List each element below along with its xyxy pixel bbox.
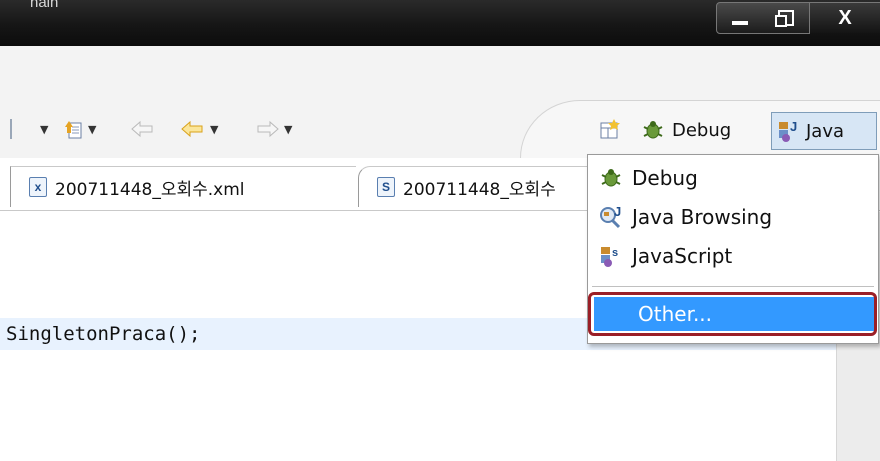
menu-item-java-browsing[interactable]: J Java Browsing (598, 201, 772, 233)
debug-bug-icon (640, 118, 666, 142)
java-perspective-icon: J (776, 118, 802, 144)
debug-bug-icon (598, 166, 624, 190)
toolbar-dropdown[interactable]: ▼ (36, 118, 48, 140)
window-title-bar: nain X (0, 0, 880, 46)
import-icon (65, 121, 82, 139)
svg-text:J: J (790, 119, 797, 134)
debug-perspective-button[interactable]: Debug (640, 111, 731, 149)
forward-button[interactable]: ▼ (254, 118, 292, 140)
toolbar-separator (10, 118, 12, 140)
svg-text:J: J (614, 204, 621, 219)
dropdown-arrow-icon: ▼ (210, 122, 219, 136)
javascript-icon: s (598, 243, 624, 269)
import-button[interactable]: ▼ (62, 118, 96, 140)
menu-item-javascript[interactable]: s JavaScript (598, 240, 732, 272)
annotation-highlight-box (588, 292, 877, 336)
window-title: nain (30, 0, 59, 11)
menu-item-label: JavaScript (632, 244, 733, 268)
dropdown-arrow-icon: ▼ (40, 122, 49, 136)
maximize-button[interactable] (763, 2, 810, 34)
java-perspective-label: Java (806, 120, 845, 142)
java-perspective-button[interactable]: J Java (771, 112, 877, 150)
nav-forward-icon (257, 120, 279, 138)
minimize-icon (732, 21, 748, 25)
menu-separator (592, 286, 874, 287)
tab-label: 200711448_오회수.xml (55, 179, 245, 200)
tab-label: 200711448_오회수 (403, 179, 556, 200)
menu-item-debug[interactable]: Debug (598, 162, 698, 194)
dropdown-arrow-icon: ▼ (88, 122, 97, 136)
debug-perspective-label: Debug (672, 119, 732, 141)
close-button[interactable]: X (810, 2, 880, 33)
xml-file-icon: x (29, 177, 47, 197)
open-perspective-button[interactable] (598, 111, 622, 149)
open-perspective-icon (600, 119, 620, 139)
java-browsing-icon: J (598, 204, 624, 230)
menu-item-label: Java Browsing (632, 205, 773, 229)
maximize-icon (775, 10, 794, 27)
back-button[interactable]: ▼ (180, 118, 218, 140)
last-edit-button[interactable] (130, 118, 156, 140)
back-history-icon (131, 120, 153, 138)
close-icon: X (838, 6, 852, 29)
svg-text:s: s (612, 247, 618, 259)
nav-back-icon (181, 120, 203, 138)
minimize-button[interactable] (716, 2, 764, 34)
s-file-icon: S (377, 177, 395, 197)
tab-xml-file[interactable]: x 200711448_오회수.xml (10, 166, 356, 207)
code-line[interactable]: SingletonPraca(); (6, 323, 200, 345)
tab-s-file[interactable]: S 200711448_오회수 (358, 166, 589, 207)
menu-item-label: Debug (632, 166, 698, 190)
dropdown-arrow-icon: ▼ (284, 122, 293, 136)
